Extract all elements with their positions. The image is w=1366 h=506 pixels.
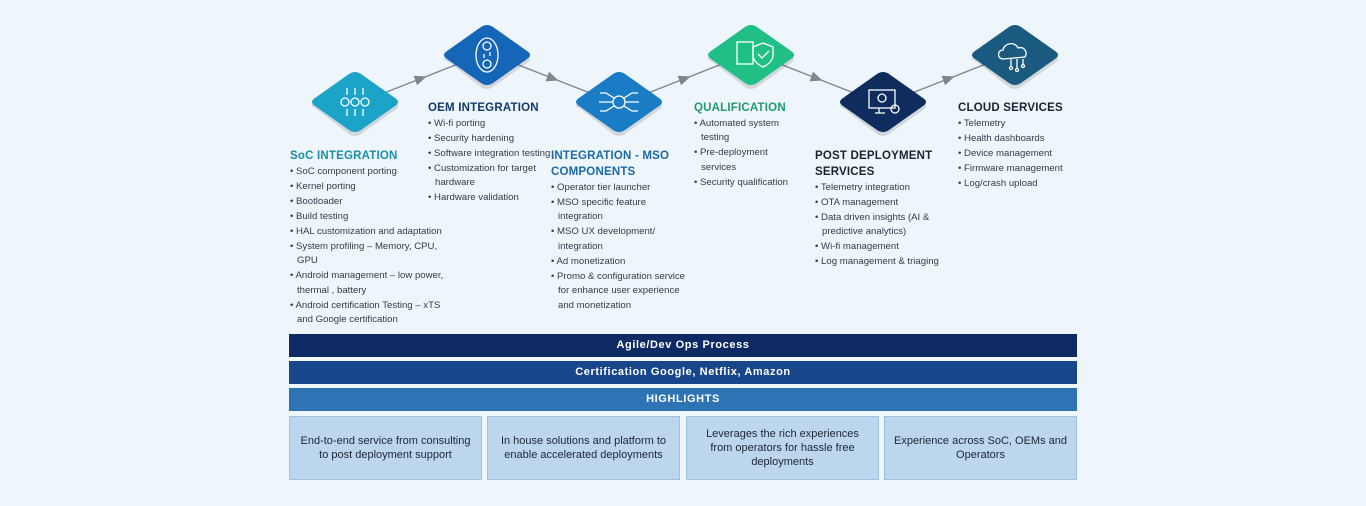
list-item: Telemetry integration bbox=[815, 181, 955, 195]
certification-bar: Certification Google, Netflix, Amazon bbox=[289, 361, 1077, 384]
list-item: Log management & triaging bbox=[815, 255, 955, 269]
highlight-box: Leverages the rich experiences from oper… bbox=[686, 416, 879, 480]
arrow-head-icon bbox=[809, 71, 823, 82]
stage-title: INTEGRATION - MSO COMPONENTS bbox=[551, 150, 670, 178]
list-item: System profiling – Memory, CPU, GPU bbox=[290, 240, 455, 269]
list-item: Telemetry bbox=[958, 117, 1078, 131]
stage-list: TelemetryHealth dashboardsDevice managem… bbox=[958, 117, 1078, 191]
stage-list: Wi-fi portingSecurity hardeningSoftware … bbox=[428, 117, 558, 206]
stage-node bbox=[444, 25, 530, 89]
list-item: Automated system testing bbox=[694, 117, 804, 146]
list-item: Android certification Testing – xTS and … bbox=[290, 299, 455, 328]
arrow-head-icon bbox=[677, 75, 691, 86]
agile-bar: Agile/Dev Ops Process bbox=[289, 334, 1077, 357]
stage-block: CLOUD SERVICES TelemetryHealth dashboards… bbox=[958, 100, 1078, 192]
stage-node bbox=[972, 25, 1058, 89]
stage-node bbox=[312, 72, 398, 136]
list-item: Firmware management bbox=[958, 162, 1078, 176]
list-item: MSO UX development/ integration bbox=[551, 225, 691, 254]
highlights-bar: HIGHLIGHTS bbox=[289, 388, 1077, 411]
stage-block: QUALIFICATION Automated system testingPre… bbox=[694, 100, 804, 191]
list-item: Wi-fi porting bbox=[428, 117, 558, 131]
list-item: Pre-deployment services bbox=[694, 146, 804, 175]
list-item: Health dashboards bbox=[958, 132, 1078, 146]
list-item: Build testing bbox=[290, 210, 455, 224]
list-item: Log/crash upload bbox=[958, 177, 1078, 191]
list-item: Promo & configuration service for enhanc… bbox=[551, 270, 691, 313]
stage-list: Operator tier launcherMSO specific featu… bbox=[551, 181, 691, 313]
stage-list: Automated system testingPre-deployment s… bbox=[694, 117, 804, 190]
list-item: Software integration testing bbox=[428, 147, 558, 161]
list-item: Customization for target hardware bbox=[428, 162, 558, 191]
list-item: OTA management bbox=[815, 196, 955, 210]
stage-block: POST DEPLOYMENT SERVICES Telemetry integr… bbox=[815, 148, 955, 270]
stage-title: OEM INTEGRATION bbox=[428, 102, 539, 114]
stage-block: INTEGRATION - MSO COMPONENTS Operator tie… bbox=[551, 148, 691, 314]
stage-list: Telemetry integrationOTA managementData … bbox=[815, 181, 955, 270]
stage-node bbox=[708, 25, 794, 89]
arrow-head-icon bbox=[413, 75, 427, 86]
list-item: Security qualification bbox=[694, 176, 804, 190]
arrow-head-icon bbox=[941, 75, 955, 86]
list-item: Wi-fi management bbox=[815, 240, 955, 254]
highlight-box: Experience across SoC, OEMs and Operator… bbox=[884, 416, 1077, 480]
list-item: Device management bbox=[958, 147, 1078, 161]
stage-node bbox=[576, 72, 662, 136]
stage-node bbox=[840, 72, 926, 136]
list-item: Operator tier launcher bbox=[551, 181, 691, 195]
stage-block: OEM INTEGRATION Wi-fi portingSecurity har… bbox=[428, 100, 558, 206]
list-item: MSO specific feature integration bbox=[551, 196, 691, 225]
stage-title: POST DEPLOYMENT SERVICES bbox=[815, 150, 933, 178]
stage-title: CLOUD SERVICES bbox=[958, 102, 1063, 114]
list-item: Security hardening bbox=[428, 132, 558, 146]
arrow-head-icon bbox=[545, 71, 559, 82]
list-item: HAL customization and adaptation bbox=[290, 225, 455, 239]
list-item: Data driven insights (AI & predictive an… bbox=[815, 211, 955, 240]
list-item: Hardware validation bbox=[428, 191, 558, 205]
highlight-box: In house solutions and platform to enabl… bbox=[487, 416, 680, 480]
services-diagram: SoC INTEGRATIONSoC component portingKern… bbox=[0, 0, 1366, 506]
stage-title: QUALIFICATION bbox=[694, 102, 786, 114]
list-item: Ad monetization bbox=[551, 255, 691, 269]
highlight-box: End-to-end service from consulting to po… bbox=[289, 416, 482, 480]
list-item: Android management – low power, thermal … bbox=[290, 269, 455, 298]
